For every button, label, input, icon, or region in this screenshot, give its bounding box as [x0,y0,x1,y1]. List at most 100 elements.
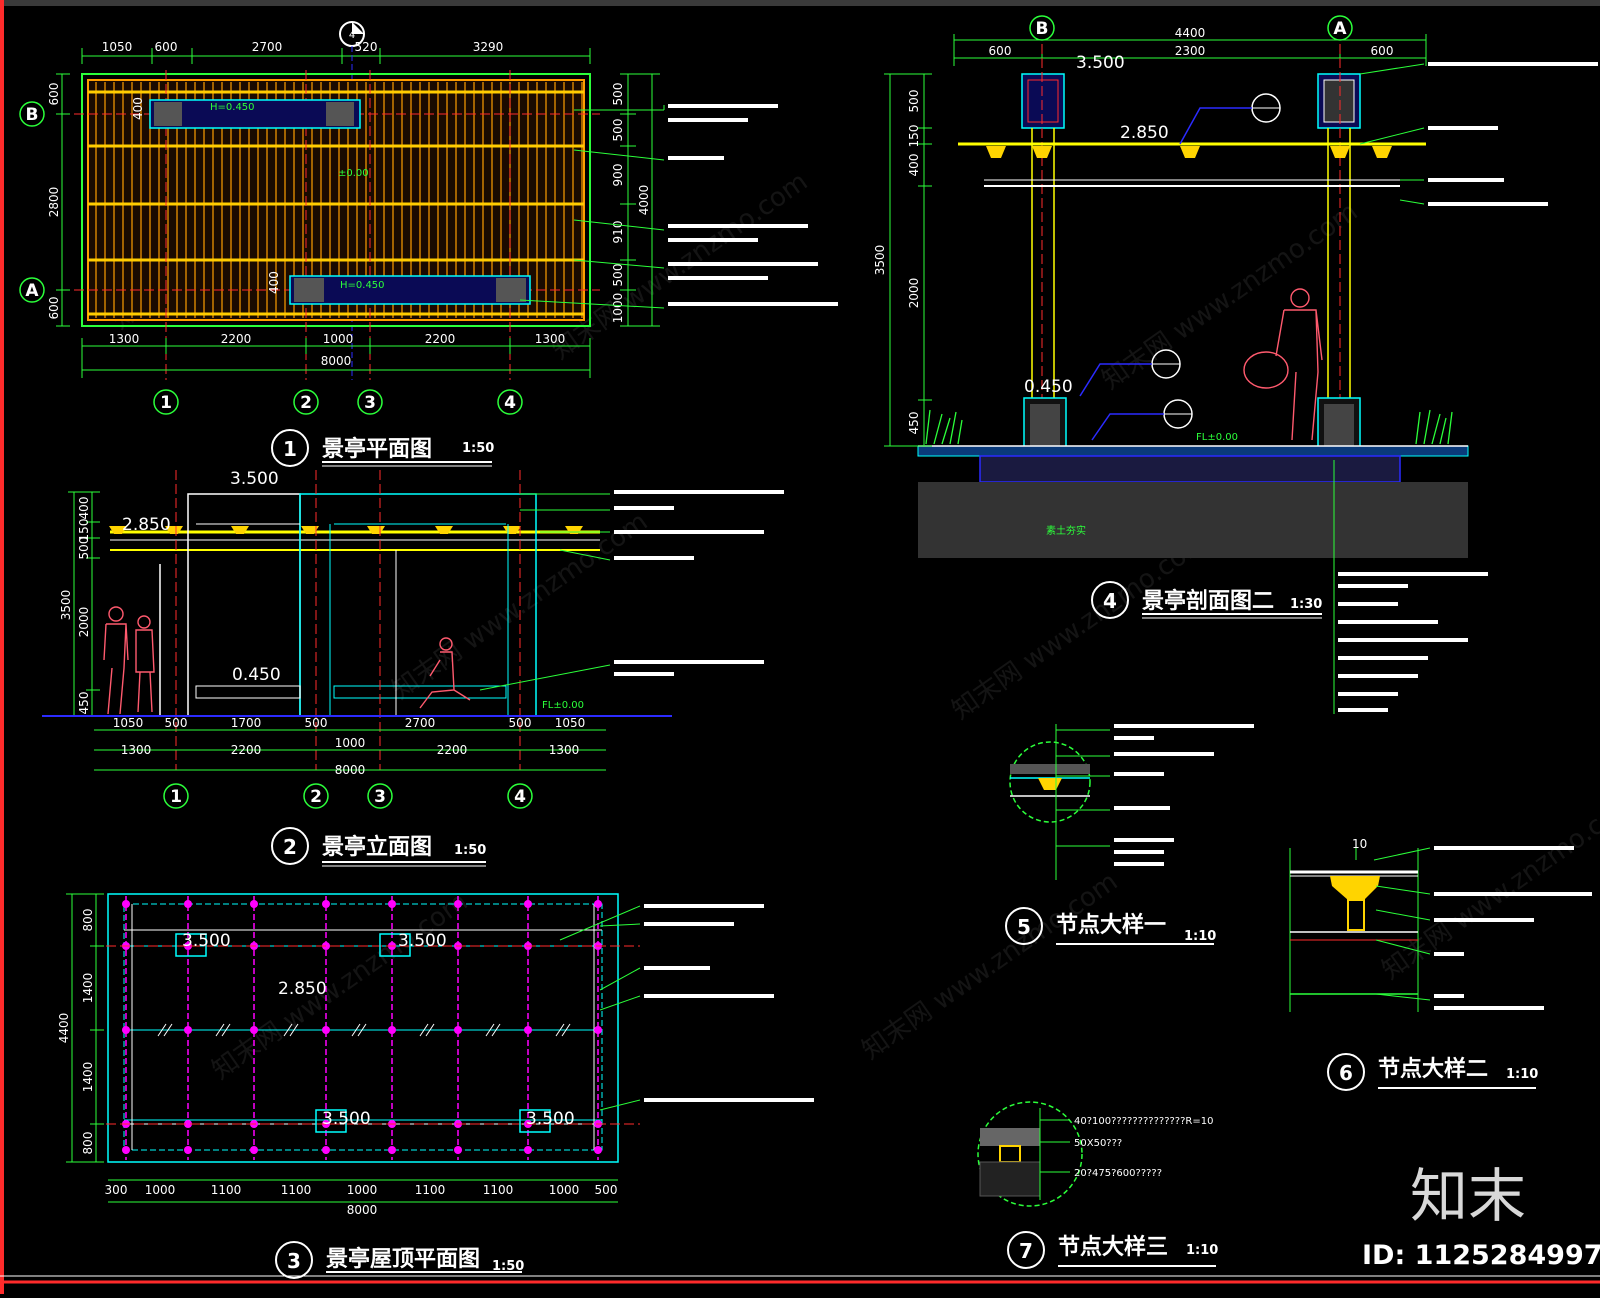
section-soil [918,482,1468,558]
elev-axis-bubbles [163,783,533,809]
section-title: 景亭剖面图二 [1142,588,1274,614]
plan-pier-1 [154,102,182,126]
node2-dim: 10 [1352,837,1367,851]
roof-connector [322,1146,330,1154]
roof-elev-1: 3.500 [182,931,231,951]
section-dim-5: 450 [907,412,921,435]
plan-title: 景亭平面图 [322,436,432,462]
roof-connector [250,1026,258,1034]
roof-bottom-dim-1: 300 [105,1183,128,1197]
roof-total-dim: 8000 [347,1203,378,1217]
plan-left-dim-2: 2800 [47,187,61,218]
roof-connector [594,1146,602,1154]
elev-row2-dim-2: 2200 [231,743,262,757]
roof-connector [322,1026,330,1034]
roof-left-dim-3: 1400 [81,1062,95,1093]
roof-connector [122,1146,130,1154]
plan-bottom-dim-3: 1000 [323,332,354,346]
plan-total-dim: 8000 [321,354,352,368]
elev-scale: 1:50 [454,843,486,858]
elev-mark-top: 3.500 [230,469,279,489]
plan-right-dim-2: 500 [611,119,625,142]
section-title-num: 4 [1103,589,1117,613]
plan-bench-label-bottom: H=0.450 [340,280,385,291]
section-top-dim-3: 600 [1371,44,1394,58]
elev-row1-dim-3: 1700 [231,716,262,730]
section-elev-bench: 0.450 [1024,377,1073,397]
plan-right-dim-1: 500 [611,83,625,106]
roof-connector [184,900,192,908]
section-dim-1: 500 [907,90,921,113]
elev-axis-3: 3 [374,787,386,807]
plan-axis-3: 3 [364,393,376,413]
section-leaders [1333,63,1425,714]
section-foundation [979,455,1401,483]
elev-dim-3: 500 [77,537,91,560]
elev-dim-5: 450 [77,692,91,715]
roof-elev-4: 3.500 [322,1109,371,1129]
elev-row1-dim-7: 500 [509,716,532,730]
plan-top-dim-3: 2700 [252,40,283,54]
plan-left-dim-1: 600 [47,83,61,106]
section-notes [1338,62,1598,712]
roof-bottom-dim-6: 1100 [415,1183,446,1197]
elev-ground-label: FL±0.00 [542,700,584,711]
plan-top-dim-2: 600 [155,40,178,54]
plan-bench-h-2: 400 [267,271,281,294]
node1-title: 节点大样一 [1056,912,1166,938]
section-top-dim-2: 2300 [1175,44,1206,58]
roof-leaders [559,905,641,1111]
elev-dim-1: 400 [77,497,91,520]
roof-bottom-dim-7: 1100 [483,1183,514,1197]
plan-scale: 1:50 [462,441,494,456]
node2-title: 节点大样二 [1378,1056,1488,1082]
elev-row1-dim-8: 1050 [555,716,586,730]
svg-text:知末网 www.znzmo.com: 知末网 www.znzmo.com [1377,787,1600,986]
section-dim-4: 2000 [907,278,921,309]
beam-clip [986,146,1006,158]
section-dim-3: 400 [907,154,921,177]
roof-connector [594,900,602,908]
roof-left-dim-1: 800 [81,909,95,932]
section-elev-top: 3.500 [1076,53,1125,73]
roof-connector [388,1026,396,1034]
elev-row2-dim-1: 1300 [121,743,152,757]
section-view: B A 4400 600 2300 600 素土夯实 FL±0.00 3.500… [873,15,1598,714]
section-deck [917,445,1469,457]
roof-bottom-dim-2: 1000 [145,1183,176,1197]
roof-bottom-dim-9: 500 [595,1183,618,1197]
node2-scale: 1:10 [1506,1067,1538,1082]
plan-axis-1: 1 [160,393,172,413]
plan-right-dim-6: 1000 [611,293,625,324]
elev-title: 景亭立面图 [322,834,432,860]
plan-bottom-dim-2: 2200 [221,332,252,346]
roof-connector [184,1026,192,1034]
plan-axis-b: B [26,105,39,125]
roof-connector [524,900,532,908]
section-base-label: 素土夯实 [1046,524,1086,537]
plan-right-dim-3: 900 [611,164,625,187]
section-top-dim-1: 600 [989,44,1012,58]
plan-top-dim-5: 3290 [473,40,504,54]
roof-elev-3: 2.850 [278,979,327,999]
elev-axis-1: 1 [170,787,182,807]
roof-elev-5: 3.500 [526,1109,575,1129]
elev-row2-dim-4: 2200 [437,743,468,757]
plan-bench-bottom [289,275,531,305]
node3-title-num: 7 [1019,1239,1033,1263]
roof-connector [524,1026,532,1034]
roof-bottom-dim-3: 1100 [211,1183,242,1197]
section-dim-2: 150 [907,125,921,148]
roof-title-num: 3 [287,1249,301,1273]
cad-drawing-sheet: 知末网 www.znzmo.com 知末网 www.znzmo.com 知末网 … [0,0,1600,1294]
roof-bottom-dim-4: 1100 [281,1183,312,1197]
section-ground-label: FL±0.00 [1196,432,1238,443]
elev-dim-4: 2000 [77,607,91,638]
beam-clip [1372,146,1392,158]
elev-total-dim: 8000 [335,763,366,777]
node1-scale: 1:10 [1184,929,1216,944]
svg-text:知末网 www.znzmo.com: 知末网 www.znzmo.com [207,887,473,1086]
elev-row1-dim-1: 1050 [113,716,144,730]
section-scale: 1:30 [1290,597,1322,612]
node3-view: 40?100??????????????R=10 50X50??? 20?475… [977,1101,1218,1269]
